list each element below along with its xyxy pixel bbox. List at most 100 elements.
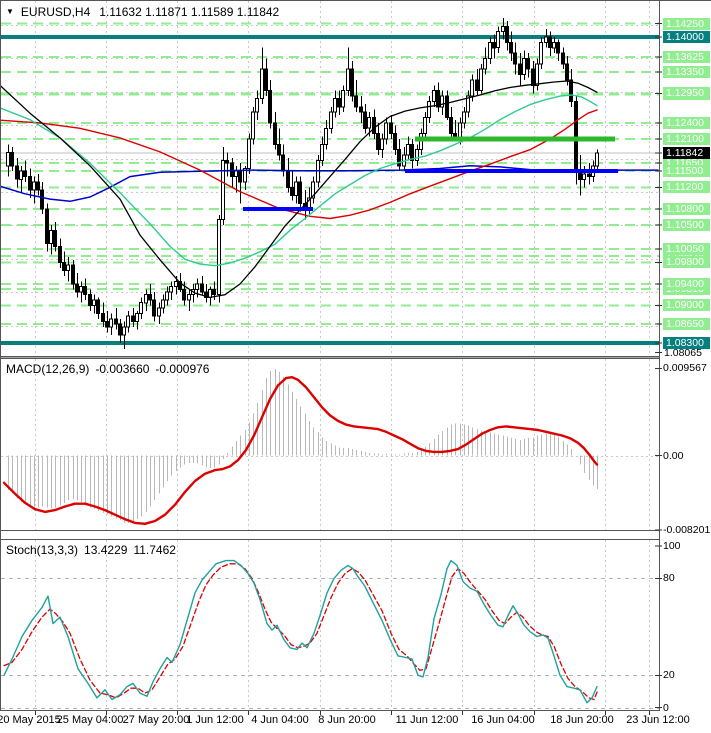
candle — [363, 111, 367, 129]
axis-price-label: 1.08065 — [664, 347, 702, 359]
candle — [126, 315, 130, 328]
candle — [32, 181, 36, 191]
date-label: 16 Jun 04:00 — [471, 714, 535, 726]
date-label: 20 May 2015 — [0, 714, 61, 726]
macd-name: MACD(12,26,9) — [6, 362, 90, 376]
candle — [582, 173, 586, 180]
candle — [75, 283, 79, 293]
stoch-main-value: 13.4229 — [84, 543, 128, 557]
level-price-badge: 1.14250 — [663, 18, 710, 30]
candle — [109, 318, 113, 328]
stoch-axis-label: 80 — [663, 572, 675, 584]
candle — [157, 307, 161, 317]
candle — [432, 90, 436, 102]
candle — [169, 286, 173, 293]
price-axis[interactable]: 1.142501.140001.136251.129301.133501.129… — [660, 0, 711, 733]
level-price-badge: 1.11500 — [663, 165, 710, 177]
candle — [114, 318, 118, 325]
candle — [475, 79, 479, 92]
level-price-badge: 1.12400 — [663, 117, 710, 129]
candle — [212, 288, 216, 296]
level-price-badge: 1.09000 — [663, 299, 710, 311]
stoch-signal-line — [3, 563, 599, 701]
candle — [483, 58, 487, 70]
candle — [281, 154, 285, 172]
level-price-badge: 1.12950 — [663, 87, 710, 99]
candle — [544, 36, 548, 43]
macd-indicator-label: MACD(12,26,9) -0.003660 -0.000976 — [6, 362, 209, 376]
candle — [40, 189, 44, 210]
level-price-badge: 1.09400 — [663, 278, 710, 290]
candle — [552, 41, 556, 49]
candle — [531, 68, 535, 86]
candle — [372, 117, 376, 135]
candle — [548, 36, 552, 49]
stoch-indicator-label: Stoch(13,3,3) 13.4229 11.7462 — [6, 543, 176, 557]
candle — [526, 58, 530, 70]
candle — [96, 299, 100, 315]
level-price-badge: 1.12100 — [663, 133, 710, 145]
stoch-signal-value: 11.7462 — [133, 543, 176, 557]
level-price-badge: 1.10500 — [663, 219, 710, 231]
candle — [83, 286, 87, 296]
candle — [492, 41, 496, 49]
time-axis[interactable]: 20 May 2015 25 May 04:00 27 May 20:00 1 Jun… — [0, 711, 711, 733]
current-price-badge: 1.11842 — [663, 147, 710, 159]
ma-green-line — [0, 94, 598, 267]
candle — [462, 111, 466, 124]
macd-axis-label: 0.00 — [663, 450, 684, 462]
level-price-badge: 1.13625 — [663, 51, 710, 63]
candle — [333, 98, 337, 113]
candle — [574, 100, 578, 172]
candle — [376, 133, 380, 151]
candle — [286, 170, 290, 188]
candle — [6, 151, 10, 167]
date-label: 11 Jun 12:00 — [395, 714, 459, 726]
candle — [105, 321, 109, 328]
candle — [513, 52, 517, 65]
date-label: 1 Jun 12:00 — [186, 714, 244, 726]
candle — [234, 170, 238, 178]
candle — [346, 68, 350, 92]
candle — [445, 95, 449, 119]
candle — [569, 79, 573, 102]
symbol-timeframe-label: EURUSD,H4 — [20, 5, 91, 19]
candle — [118, 323, 122, 336]
chart-dropdown-icon[interactable]: ▼ — [6, 7, 14, 16]
candle — [217, 219, 221, 296]
candle — [565, 63, 569, 81]
candle — [359, 106, 363, 113]
candle — [393, 133, 397, 151]
candle — [161, 299, 165, 309]
candle — [505, 25, 509, 43]
candle — [518, 63, 522, 75]
candle — [277, 143, 281, 156]
candle — [238, 170, 242, 183]
candle — [36, 181, 40, 191]
candle — [595, 152, 599, 167]
level-price-badge: 1.10800 — [663, 203, 710, 215]
candle — [294, 181, 298, 196]
candle — [58, 245, 62, 263]
candle — [449, 117, 453, 135]
candle — [66, 264, 70, 272]
candle — [221, 160, 225, 221]
candle — [561, 52, 565, 65]
level-price-badge: 1.09800 — [663, 256, 710, 268]
candle — [182, 288, 186, 301]
candle — [367, 117, 371, 129]
date-label: 25 May 04:00 — [56, 714, 124, 726]
candle — [148, 294, 152, 301]
candle — [122, 326, 126, 336]
candle — [423, 117, 427, 135]
candle — [556, 41, 560, 54]
candle — [251, 111, 255, 140]
main-chart-title: ▼ EURUSD,H4 1.11632 1.11871 1.11589 1.11… — [6, 5, 279, 19]
stoch-name: Stoch(13,3,3) — [6, 543, 79, 557]
date-label: 27 May 20:00 — [122, 714, 190, 726]
level-price-badge: 1.08650 — [663, 318, 710, 330]
candle — [187, 294, 191, 301]
candle — [509, 41, 513, 54]
level-price-badge: 1.13350 — [663, 66, 710, 78]
candle — [139, 302, 143, 314]
